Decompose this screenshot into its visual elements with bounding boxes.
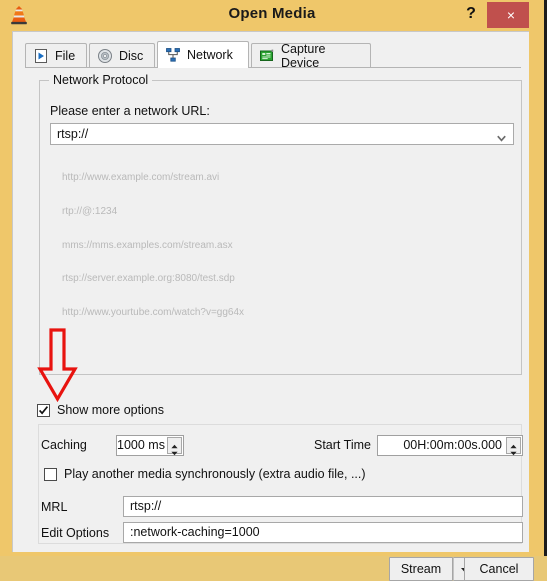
show-more-options-checkbox[interactable]: Show more options [37, 403, 164, 417]
example-url: rtsp://server.example.org:8080/test.sdp [62, 273, 235, 285]
capture-card-icon [259, 48, 275, 64]
stream-button[interactable]: Stream [389, 557, 453, 581]
caching-value: 1000 ms [117, 438, 165, 452]
show-more-options-label: Show more options [57, 403, 165, 417]
spinner-down-arrow-icon[interactable] [168, 446, 181, 456]
network-url-value: rtsp:// [57, 127, 89, 141]
network-protocol-title: Network Protocol [49, 73, 153, 87]
network-url-examples: http://www.example.com/stream.avi rtp://… [62, 150, 244, 340]
start-time-value: 00H:00m:00s.000 [403, 438, 502, 452]
tab-network[interactable]: Network [157, 41, 249, 68]
checkmark-icon [38, 405, 49, 415]
start-time-spinbox[interactable]: 00H:00m:00s.000 [377, 435, 523, 456]
caching-label: Caching [41, 438, 87, 452]
network-url-prompt: Please enter a network URL: [50, 104, 210, 118]
tab-disc-label: Disc [119, 48, 144, 63]
dialog-body: File Disc Network Capture Device Network… [12, 31, 534, 581]
example-url: http://www.yourtube.com/watch?v=gg64x [62, 306, 245, 318]
show-more-options-checkbox-box [37, 403, 50, 417]
example-url: rtp://@:1234 [62, 206, 118, 217]
tab-capture-device[interactable]: Capture Device [251, 41, 371, 70]
cancel-button[interactable]: Cancel [464, 557, 534, 581]
help-button[interactable]: ? [460, 3, 482, 25]
example-url: mms://mms.examples.com/stream.asx [62, 239, 233, 251]
play-another-media-checkbox[interactable]: Play another media synchronously (extra … [44, 467, 366, 481]
play-another-media-checkbox-box [44, 467, 57, 481]
mrl-input[interactable]: rtsp:// [123, 496, 523, 517]
disc-icon [97, 48, 113, 64]
play-another-media-label: Play another media synchronously (extra … [64, 467, 366, 481]
file-play-icon [33, 48, 49, 64]
tab-disc[interactable]: Disc [89, 43, 155, 67]
network-icon [165, 47, 181, 63]
edit-options-label: Edit Options [41, 526, 110, 540]
tab-file-label: File [55, 48, 76, 63]
network-url-combobox[interactable]: rtsp:// [50, 123, 514, 145]
edit-options-input[interactable]: :network-caching=1000 [123, 522, 523, 543]
caching-spinbox[interactable]: 1000 ms [116, 435, 184, 456]
caching-spinner-buttons[interactable] [167, 437, 182, 456]
tab-bar: File Disc Network Capture Device [25, 41, 521, 70]
mrl-label: MRL [41, 500, 68, 514]
chevron-down-icon [497, 131, 506, 142]
close-button[interactable]: × [487, 2, 535, 28]
window-right-border [529, 0, 541, 556]
tab-file[interactable]: File [25, 43, 87, 67]
tab-network-label: Network [187, 48, 233, 62]
start-time-label: Start Time [314, 438, 371, 452]
tab-capture-device-label: Capture Device [281, 41, 326, 70]
spinner-up-arrow-icon[interactable] [168, 439, 181, 448]
open-media-window: Open Media ? × File Disc Network Capture… [0, 0, 547, 581]
spinner-up-arrow-icon[interactable] [507, 439, 520, 448]
example-url: http://www.example.com/stream.avi [62, 172, 220, 184]
start-time-spinner-buttons[interactable] [506, 437, 521, 456]
spinner-down-arrow-icon[interactable] [507, 446, 520, 456]
titlebar: Open Media ? × [0, 0, 544, 31]
